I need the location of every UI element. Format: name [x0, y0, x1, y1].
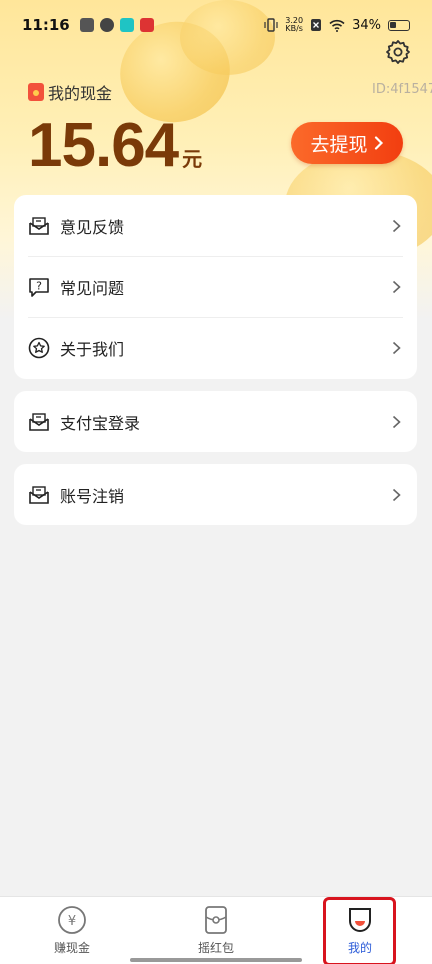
status-time: 11:16	[22, 16, 70, 34]
withdraw-label: 去提现	[310, 133, 368, 156]
red-envelope-icon	[28, 83, 44, 101]
tab-shake-red-envelope[interactable]: 摇红包	[144, 897, 288, 964]
gear-icon	[386, 40, 410, 64]
svg-text:¥: ¥	[68, 914, 76, 929]
chevron-right-icon	[389, 280, 403, 294]
bottom-tab-bar: ¥ 赚现金 摇红包 我的	[0, 896, 432, 964]
menu-item-feedback[interactable]: 意见反馈	[14, 195, 417, 256]
user-id: ID:4f1547	[372, 82, 432, 97]
notification-icon	[99, 18, 114, 32]
cash-amount: 15.64	[28, 111, 179, 180]
menu-item-about-us[interactable]: 关于我们	[14, 317, 417, 378]
settings-button[interactable]	[384, 38, 412, 66]
menu-item-faq[interactable]: ? 常见问题	[14, 256, 417, 317]
menu-item-delete-account[interactable]: 账号注销	[14, 464, 417, 525]
sim-off-icon	[311, 19, 322, 31]
notification-icon	[79, 18, 94, 32]
network-speed: 3.20 KB/s	[285, 17, 303, 33]
profile-icon	[345, 905, 375, 935]
chevron-right-icon	[389, 488, 403, 502]
withdraw-button[interactable]: 去提现	[291, 122, 403, 164]
status-bar: 11:16 3.20 KB/s 34%	[0, 0, 432, 50]
menu-card: 支付宝登录	[14, 391, 417, 452]
notification-icons	[79, 18, 154, 32]
cash-label: 我的现金	[48, 84, 113, 103]
mail-icon	[28, 215, 50, 237]
menu-label: 账号注销	[60, 486, 125, 506]
network-speed-unit: KB/s	[285, 24, 303, 33]
question-bubble-icon: ?	[28, 276, 50, 298]
tab-label: 摇红包	[197, 941, 234, 955]
menu-label: 支付宝登录	[60, 413, 141, 433]
svg-text:?: ?	[36, 279, 42, 292]
chevron-right-icon	[389, 415, 403, 429]
menu-label: 意见反馈	[60, 217, 125, 237]
chevron-right-icon	[389, 219, 403, 233]
battery-percent: 34%	[352, 17, 381, 33]
vibrate-icon	[264, 18, 278, 32]
tab-earn-cash[interactable]: ¥ 赚现金	[0, 897, 144, 964]
menu-card: 意见反馈 ? 常见问题 关于我们	[14, 195, 417, 379]
menu-card: 账号注销	[14, 464, 417, 525]
menu-label: 关于我们	[60, 339, 125, 359]
menu-label: 常见问题	[60, 278, 125, 298]
tab-label: 我的	[347, 941, 372, 955]
mail-icon	[28, 411, 50, 433]
star-circle-icon	[28, 337, 50, 359]
tab-label: 赚现金	[53, 941, 90, 955]
menu-item-alipay-login[interactable]: 支付宝登录	[14, 391, 417, 452]
cash-unit: 元	[182, 147, 203, 171]
red-envelope-icon	[201, 905, 231, 935]
notification-icon	[119, 18, 134, 32]
chevron-right-icon	[389, 341, 403, 355]
chevron-right-icon	[374, 136, 383, 150]
cash-label-row: 我的现金	[28, 80, 112, 104]
yen-coin-icon: ¥	[57, 905, 87, 935]
wifi-icon	[329, 19, 345, 32]
notification-icon	[139, 18, 154, 32]
cash-balance: 15.64 元	[28, 110, 202, 181]
battery-icon	[388, 19, 410, 31]
home-indicator[interactable]	[130, 958, 302, 962]
tab-profile[interactable]: 我的	[288, 897, 432, 964]
mail-icon	[28, 484, 50, 506]
